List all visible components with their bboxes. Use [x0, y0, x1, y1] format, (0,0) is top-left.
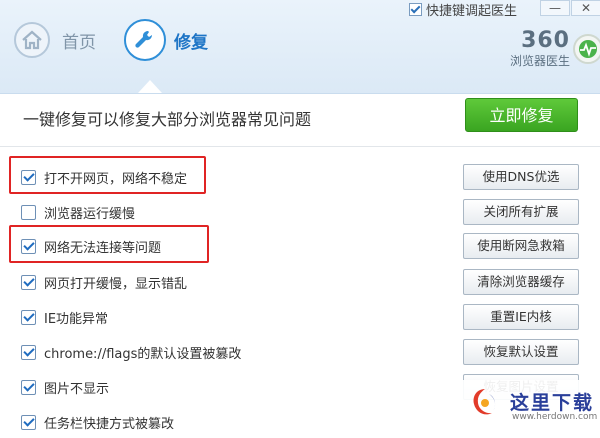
- shortcut-label: 快捷键调起医生: [426, 4, 518, 19]
- issue-fix-button[interactable]: 清除浏览器缓存: [463, 269, 579, 295]
- wrench-icon: [124, 19, 166, 61]
- divider: [0, 146, 600, 147]
- brand: 360 浏览器医生: [500, 30, 570, 69]
- repair-now-button[interactable]: 立即修复: [465, 98, 578, 132]
- issue-checkbox[interactable]: [21, 345, 36, 360]
- issue-fix-button[interactable]: 关闭所有扩展: [463, 199, 579, 225]
- issue-fix-button[interactable]: 使用DNS优选: [463, 164, 579, 190]
- issue-row: 浏览器运行缓慢 关闭所有扩展: [0, 198, 600, 228]
- issue-highlight-box: [9, 156, 206, 194]
- brand-number: 360: [521, 28, 570, 53]
- issue-label: 图片不显示: [44, 382, 110, 397]
- issue-fix-button[interactable]: 使用断网急救箱: [463, 233, 579, 259]
- shortcut-toggle[interactable]: 快捷键调起医生: [409, 0, 517, 19]
- minimize-button[interactable]: —: [540, 0, 570, 16]
- brand-subtitle: 浏览器医生: [509, 54, 570, 68]
- headline: 一键修复可以修复大部分浏览器常见问题: [23, 110, 312, 129]
- nav-repair-label: 修复: [174, 32, 208, 53]
- issue-row: 网页打开缓慢，显示错乱 清除浏览器缓存: [0, 268, 600, 298]
- close-button[interactable]: ✕: [571, 0, 600, 16]
- issue-checkbox[interactable]: [21, 275, 36, 290]
- nav-repair[interactable]: 修复: [124, 19, 208, 61]
- heartbeat-logo-icon: [573, 34, 600, 64]
- issue-highlight-box: [9, 225, 209, 263]
- watermark: 这里下载 www.herdown.com: [462, 380, 600, 428]
- nav-home-label: 首页: [62, 32, 96, 53]
- issue-checkbox[interactable]: [21, 205, 36, 220]
- home-icon: [14, 22, 50, 58]
- watermark-logo-icon: [473, 389, 496, 415]
- issue-row: IE功能异常 重置IE内核: [0, 303, 600, 333]
- nav-home[interactable]: 首页: [14, 22, 96, 58]
- issue-label: 任务栏快捷方式被篡改: [44, 417, 175, 432]
- watermark-text: 这里下载: [510, 392, 595, 414]
- issue-row: chrome://flags的默认设置被篡改 恢复默认设置: [0, 338, 600, 368]
- top-bar: 首页 修复 快捷键调起医生 — ✕ 360 浏览器医生: [0, 0, 600, 94]
- nav-active-pointer: [138, 80, 162, 93]
- issue-label: 浏览器运行缓慢: [44, 207, 136, 222]
- shortcut-checkbox[interactable]: [409, 3, 422, 16]
- issue-label: chrome://flags的默认设置被篡改: [44, 347, 242, 362]
- issue-fix-button[interactable]: 恢复默认设置: [463, 339, 579, 365]
- issue-checkbox[interactable]: [21, 380, 36, 395]
- issue-label: 网页打开缓慢，显示错乱: [44, 277, 188, 292]
- issue-checkbox[interactable]: [21, 310, 36, 325]
- issue-label: IE功能异常: [44, 312, 109, 327]
- issue-fix-button[interactable]: 重置IE内核: [463, 304, 579, 330]
- watermark-url: www.herdown.com: [512, 412, 598, 422]
